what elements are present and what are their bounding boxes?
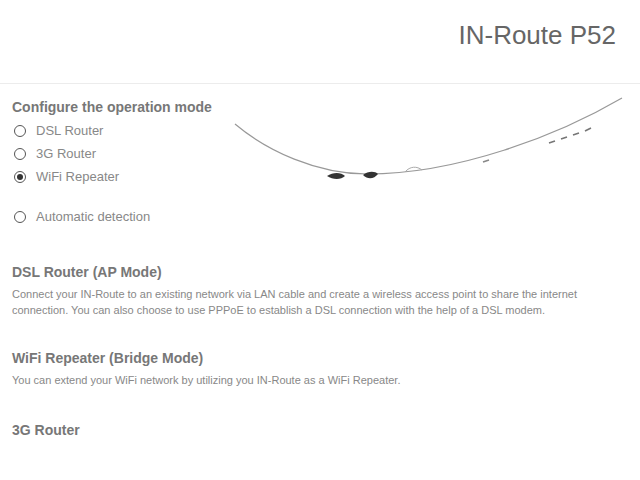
- description-text: You can extend your WiFi network by util…: [12, 372, 622, 388]
- mode-option[interactable]: WiFi Repeater: [12, 165, 227, 188]
- description-title: 3G Router: [12, 422, 628, 438]
- radio-button[interactable]: [14, 171, 26, 183]
- section-title: Configure the operation mode: [12, 99, 227, 115]
- option-label[interactable]: 3G Router: [36, 146, 96, 161]
- description-title: DSL Router (AP Mode): [12, 264, 628, 280]
- option-label[interactable]: Automatic detection: [36, 209, 150, 224]
- mode-option[interactable]: Automatic detection: [12, 205, 227, 228]
- description-title: WiFi Repeater (Bridge Mode): [12, 350, 628, 366]
- radio-dot: [17, 174, 23, 180]
- mode-option[interactable]: DSL Router: [12, 119, 227, 142]
- product-title: IN-Route P52: [458, 20, 616, 51]
- router-illustration-icon: [227, 96, 628, 200]
- mode-descriptions: DSL Router (AP Mode) Connect your IN-Rout…: [12, 264, 628, 462]
- mode-description: WiFi Repeater (Bridge Mode) You can exten…: [12, 350, 628, 390]
- mode-description: DSL Router (AP Mode) Connect your IN-Rout…: [12, 264, 628, 318]
- description-text: Connect your IN-Route to an existing net…: [12, 286, 622, 318]
- mode-description: 3G Router: [12, 422, 628, 462]
- option-label[interactable]: DSL Router: [36, 123, 103, 138]
- radio-button[interactable]: [14, 125, 26, 137]
- radio-button[interactable]: [14, 211, 26, 223]
- mode-option[interactable]: 3G Router: [12, 142, 227, 165]
- option-label[interactable]: WiFi Repeater: [36, 169, 119, 184]
- radio-button[interactable]: [14, 148, 26, 160]
- mode-options: DSL Router 3G Router WiFi Repeater Automati…: [12, 119, 227, 228]
- header: IN-Route P52: [0, 0, 640, 84]
